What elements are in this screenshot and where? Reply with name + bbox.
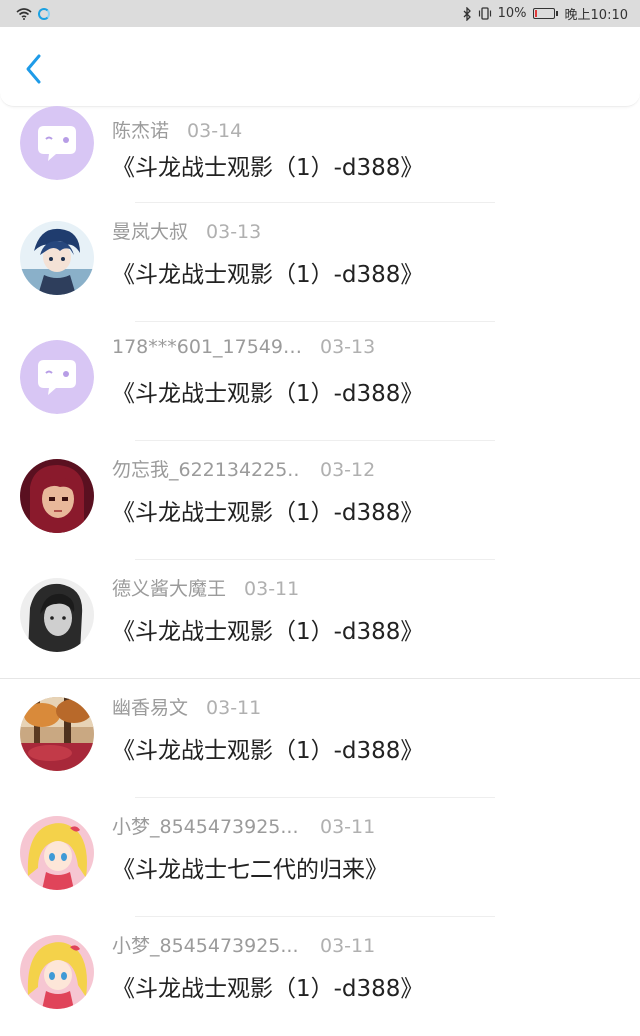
chevron-left-icon — [26, 54, 41, 84]
item-title[interactable]: 《斗龙战士观影（1）-d388》 — [112, 612, 423, 646]
pixel-girl-avatar[interactable] — [20, 459, 94, 533]
item-title[interactable]: 《斗龙战士观影（1）-d388》 — [112, 969, 423, 1003]
username[interactable]: 178***601_175491.. — [112, 336, 302, 358]
item-title[interactable]: 《斗龙战士观影（1）-d388》 — [112, 493, 423, 527]
item-meta: 勿忘我_622134225.. 03-12 — [112, 455, 375, 482]
item-title[interactable]: 《斗龙战士七二代的归来》 — [112, 850, 388, 884]
list-item[interactable]: 小梦_8545473925... 03-11 《斗龙战士七二代的归来》 — [0, 798, 640, 917]
date-label: 03-12 — [320, 459, 376, 481]
battery-percent: 10% — [497, 6, 527, 21]
date-label: 03-11 — [244, 578, 300, 600]
list-item[interactable]: 德义酱大魔王 03-11 《斗龙战士观影（1）-d388》 — [0, 560, 640, 679]
top-app-bar — [0, 27, 640, 107]
date-label: 03-14 — [187, 120, 243, 142]
username[interactable]: 曼岚大叔 — [112, 217, 188, 244]
vibrate-icon — [478, 7, 491, 20]
item-meta: 德义酱大魔王 03-11 — [112, 574, 299, 601]
list-item[interactable]: 幽香易文 03-11 《斗龙战士观影（1）-d388》 — [0, 679, 640, 798]
list-item[interactable]: 178***601_175491.. 03-13 《斗龙战士观影（1）-d388… — [0, 322, 640, 441]
chat-bubble-avatar[interactable] — [20, 340, 94, 414]
username[interactable]: 小梦_8545473925... — [112, 812, 302, 839]
username[interactable]: 德义酱大魔王 — [112, 574, 226, 601]
back-button[interactable] — [14, 49, 54, 89]
sync-ring-icon — [38, 7, 50, 20]
item-meta: 178***601_175491.. 03-13 — [112, 336, 375, 358]
chat-bubble-avatar[interactable] — [20, 106, 94, 180]
username[interactable]: 小梦_8545473925... — [112, 931, 302, 958]
date-label: 03-11 — [206, 697, 262, 719]
list-item[interactable]: 曼岚大叔 03-13 《斗龙战士观影（1）-d388》 — [0, 203, 640, 322]
bluetooth-icon — [463, 6, 471, 21]
item-meta: 小梦_8545473925... 03-11 — [112, 812, 375, 839]
item-meta: 幽香易文 03-11 — [112, 693, 261, 720]
grayscale-girl-avatar[interactable] — [20, 578, 94, 652]
list-item[interactable]: 陈杰诺 03-14 《斗龙战士观影（1）-d388》 — [0, 106, 640, 203]
item-title[interactable]: 《斗龙战士观影（1）-d388》 — [112, 255, 423, 289]
anime-blue-hair-avatar[interactable] — [20, 221, 94, 295]
status-time: 晚上10:10 — [564, 8, 628, 23]
item-meta: 小梦_8545473925... 03-11 — [112, 931, 375, 958]
username[interactable]: 陈杰诺 — [112, 116, 169, 143]
item-title[interactable]: 《斗龙战士观影（1）-d388》 — [112, 148, 423, 182]
date-label: 03-13 — [206, 221, 262, 243]
item-meta: 陈杰诺 03-14 — [112, 116, 242, 143]
username[interactable]: 勿忘我_622134225.. — [112, 455, 302, 482]
date-label: 03-11 — [320, 816, 376, 838]
list-item[interactable]: 勿忘我_622134225.. 03-12 《斗龙战士观影（1）-d388》 — [0, 441, 640, 560]
anime-blonde-girl-avatar[interactable] — [20, 816, 94, 890]
item-meta: 曼岚大叔 03-13 — [112, 217, 261, 244]
date-label: 03-13 — [320, 336, 376, 358]
item-title[interactable]: 《斗龙战士观影（1）-d388》 — [112, 731, 423, 765]
username[interactable]: 幽香易文 — [112, 693, 188, 720]
comment-list: 陈杰诺 03-14 《斗龙战士观影（1）-d388》 曼岚大叔 03-13 《斗… — [0, 106, 640, 1036]
wifi-icon — [16, 7, 32, 20]
anime-blonde-girl-avatar[interactable] — [20, 935, 94, 1009]
date-label: 03-11 — [320, 935, 376, 957]
status-bar: 10% 晚上10:10 — [0, 0, 640, 27]
battery-icon — [532, 8, 558, 19]
autumn-forest-avatar[interactable] — [20, 697, 94, 771]
list-item[interactable]: 小梦_8545473925... 03-11 《斗龙战士观影（1）-d388》 — [0, 917, 640, 1036]
item-title[interactable]: 《斗龙战士观影（1）-d388》 — [112, 374, 423, 408]
